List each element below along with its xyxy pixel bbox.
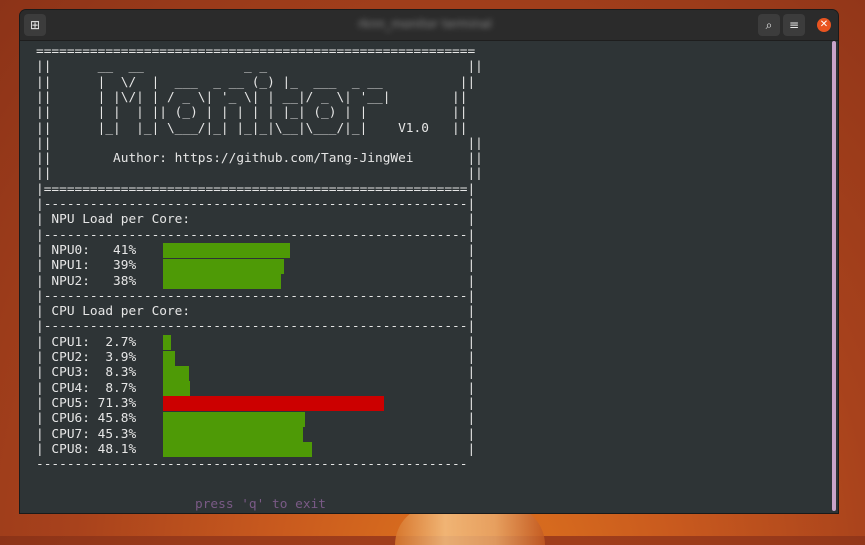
npu-load-bar	[163, 258, 284, 274]
npu-load-bar	[163, 243, 291, 259]
npu-load-bar	[163, 274, 281, 289]
cpu-load-bar	[163, 335, 172, 351]
window-title: rknn_monitor terminal	[358, 17, 492, 31]
cpu-load-bar	[163, 427, 304, 442]
terminal-line: |---------------------------------------…	[36, 197, 476, 212]
terminal-line: |=======================================…	[36, 181, 476, 197]
terminal-area[interactable]: ========================================…	[20, 41, 832, 513]
terminal-line: | CPU4: 8.7% |	[36, 380, 476, 396]
terminal-line: | CPU1: 2.7% |	[36, 334, 476, 350]
terminal-line: |---------------------------------------…	[36, 288, 476, 304]
terminal-line: ========================================…	[36, 44, 476, 59]
terminal-line: | CPU3: 8.3% |	[36, 365, 476, 381]
terminal-line: || ||	[36, 135, 483, 151]
cpu-load-bar	[163, 411, 305, 427]
search-icon[interactable]: ⌕	[758, 14, 780, 36]
cpu-load-bar	[163, 442, 313, 458]
terminal-line: || Author: https://github.com/Tang-JingW…	[36, 151, 483, 167]
terminal-line: || | | | || (_) | | | | | |_| (_) | | ||	[36, 105, 468, 121]
exit-hint: press 'q' to exit	[195, 497, 326, 512]
terminal-line: | CPU Load per Core: |	[36, 304, 476, 320]
terminal-window: ⊞ rknn_monitor terminal ⌕ ≡ ✕ ==========…	[20, 10, 838, 513]
hamburger-icon[interactable]: ≡	[783, 14, 805, 36]
terminal-line: || | |\/| | / _ \| '_ \| | __|/ _ \| '__…	[36, 89, 468, 105]
terminal-line: || __ __ _ _ ||	[36, 59, 483, 75]
scrollbar[interactable]	[832, 41, 836, 511]
terminal-line: |---------------------------------------…	[36, 319, 476, 335]
terminal-line: |---------------------------------------…	[36, 227, 476, 243]
terminal-line: || ||	[36, 166, 483, 182]
terminal-line: | NPU Load per Core: |	[36, 212, 476, 228]
terminal-line: || |_| |_| \___/|_| |_|_|\__|\___/|_| V1…	[36, 120, 468, 136]
terminal-line: ----------------------------------------…	[36, 457, 468, 473]
cpu-load-bar	[163, 396, 385, 412]
cpu-load-bar	[163, 381, 190, 397]
new-tab-icon[interactable]: ⊞	[24, 14, 46, 36]
terminal-line: || | \/ | ___ _ __ (_) |_ ___ _ __ ||	[36, 74, 476, 90]
titlebar: ⊞ rknn_monitor terminal ⌕ ≡ ✕	[20, 10, 838, 41]
close-icon[interactable]: ✕	[817, 18, 831, 32]
cpu-load-bar	[163, 365, 189, 381]
cpu-load-bar	[163, 350, 176, 366]
terminal-line: | CPU2: 3.9% |	[36, 350, 476, 365]
